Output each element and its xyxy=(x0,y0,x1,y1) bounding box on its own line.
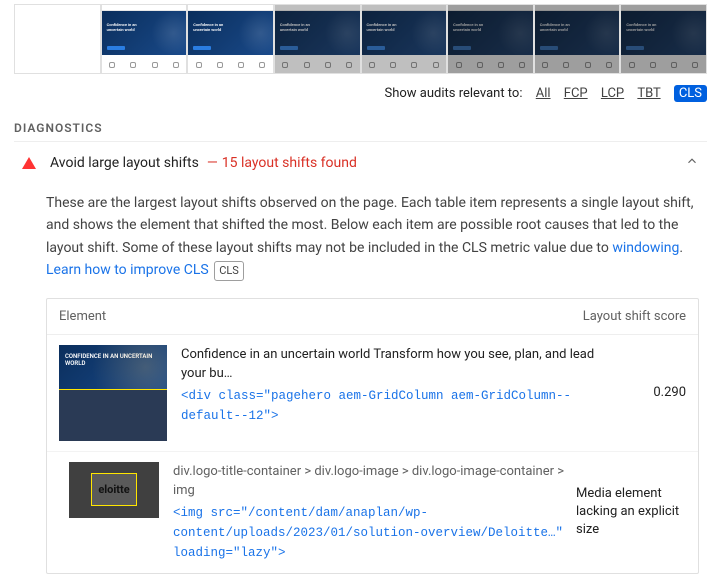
filmstrip-frame: Confidence in an uncertain world xyxy=(361,4,448,74)
element-code: <div class="pagehero aem-GridColumn aem-… xyxy=(181,386,596,426)
filter-cls[interactable]: CLS xyxy=(674,85,707,102)
table-row: eloitte div.logo-title-container > div.l… xyxy=(47,451,698,573)
filter-tbt[interactable]: TBT xyxy=(637,86,660,101)
filmstrip-frame xyxy=(14,4,101,74)
audit-title: Avoid large layout shifts xyxy=(50,155,199,171)
cls-badge: CLS xyxy=(214,261,244,281)
filmstrip-frame: Confidence in an uncertain world xyxy=(534,4,621,74)
root-cause-note: Media element lacking an explicit size xyxy=(576,485,686,540)
element-description: Confidence in an uncertain world Transfo… xyxy=(181,345,596,426)
filter-fcp[interactable]: FCP xyxy=(564,86,588,101)
relevance-filter: Show audits relevant to: All FCP LCP TBT… xyxy=(0,80,721,111)
element-thumbnail: CONFIDENCE IN AN UNCERTAIN WORLD xyxy=(59,345,167,441)
filmstrip-frame: Confidence in an uncertain world xyxy=(447,4,534,74)
score-value: 0.290 xyxy=(596,385,686,400)
element-text: Confidence in an uncertain world Transfo… xyxy=(181,345,596,384)
filter-all[interactable]: All xyxy=(536,86,551,101)
filmstrip: Confidence in an uncertain world Confide… xyxy=(14,4,707,74)
fail-icon xyxy=(22,157,36,169)
filmstrip-frame: Confidence in an uncertain world xyxy=(274,4,361,74)
relevance-label: Show audits relevant to: xyxy=(385,86,523,101)
filmstrip-frame: Confidence in an uncertain world xyxy=(101,4,188,74)
link-windowing[interactable]: windowing xyxy=(612,240,679,256)
chevron-up-icon xyxy=(685,154,699,172)
col-element: Element xyxy=(59,309,566,324)
element-code: <img src="/content/dam/anaplan/wp-conten… xyxy=(173,503,576,563)
element-description: div.logo-title-container > div.logo-imag… xyxy=(173,462,576,563)
section-diagnostics: DIAGNOSTICS xyxy=(0,111,721,141)
table-row: CONFIDENCE IN AN UNCERTAIN WORLD Confide… xyxy=(47,335,698,451)
layout-shift-table: Element Layout shift score CONFIDENCE IN… xyxy=(46,298,699,574)
audit-header[interactable]: Avoid large layout shifts —15 layout shi… xyxy=(14,141,707,184)
filmstrip-frame: Confidence in an uncertain world xyxy=(187,4,274,74)
link-learn[interactable]: Learn how to improve CLS xyxy=(46,262,209,278)
filter-lcp[interactable]: LCP xyxy=(601,86,624,101)
element-thumbnail: eloitte xyxy=(69,462,159,518)
filmstrip-frame: Confidence in an uncertain world xyxy=(620,4,707,74)
element-path: div.logo-title-container > div.logo-imag… xyxy=(173,462,576,501)
audit-description: These are the largest layout shifts obse… xyxy=(46,192,699,282)
audit-item: Avoid large layout shifts —15 layout shi… xyxy=(14,141,707,582)
audit-body: These are the largest layout shifts obse… xyxy=(14,184,707,582)
audit-detail: —15 layout shifts found xyxy=(207,155,357,171)
table-header: Element Layout shift score xyxy=(47,299,698,335)
col-score: Layout shift score xyxy=(566,309,686,324)
